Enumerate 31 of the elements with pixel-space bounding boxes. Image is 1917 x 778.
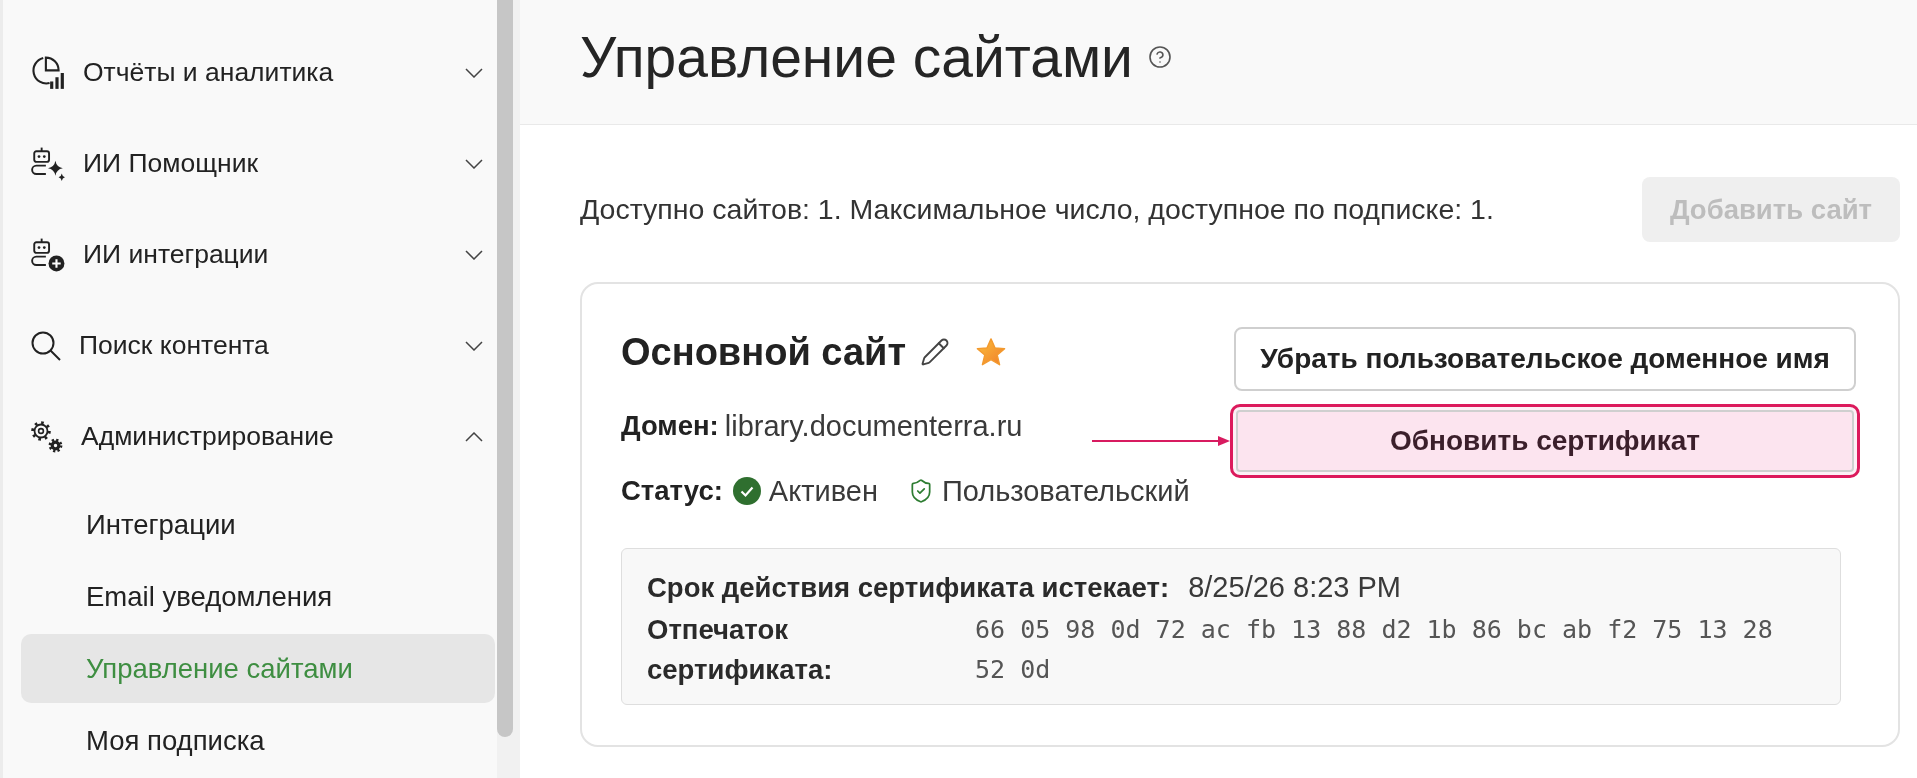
fingerprint-label: Отпечаток сертификата: xyxy=(647,613,834,687)
status-label: Статус: xyxy=(621,475,723,507)
nav-item[interactable]: Администрирование xyxy=(3,391,497,482)
scrollbar-thumb[interactable] xyxy=(497,0,513,737)
sites-summary: Доступно сайтов: 1. Максимальное число, доступное по подписке: 1. xyxy=(580,193,1494,226)
nav-item[interactable]: ИИ Помощник xyxy=(3,118,497,209)
renew-certificate-button[interactable]: Обновить сертификат xyxy=(1230,404,1860,478)
nav-subitem[interactable]: Email уведомления xyxy=(21,562,495,631)
remove-domain-button[interactable]: Убрать пользовательское доменное имя xyxy=(1234,327,1856,391)
status-value: Активен xyxy=(768,474,878,508)
fingerprint-value: 66 05 98 0d 72 ac fb 13 88 d2 1b 86 bc ab f2 75 13 28 52 0d xyxy=(975,614,1774,686)
domain-label: Домен: xyxy=(621,410,719,442)
nav-item[interactable]: ИИ интеграции xyxy=(3,209,497,300)
nav-subitem[interactable]: Интеграции xyxy=(21,490,495,559)
gears-icon xyxy=(30,419,64,454)
expiry-value: 8/25/26 8:23 PM xyxy=(1188,571,1401,604)
site-title: Основной сайт xyxy=(621,330,906,374)
robot-sparkle-icon xyxy=(30,146,66,181)
search-icon xyxy=(30,329,62,362)
pie-chart-icon xyxy=(30,55,66,90)
domain-value: library.documenterra.ru xyxy=(724,409,1023,443)
expiry-label: Срок действия сертификата истекает: xyxy=(647,571,1170,604)
nav-subitem[interactable]: Моя подписка xyxy=(21,706,495,775)
robot-plus-icon xyxy=(30,237,66,272)
nav-item[interactable]: Поиск контента xyxy=(3,300,497,391)
page-title: Управление сайтами xyxy=(580,24,1133,90)
certificate-type: Пользовательский xyxy=(941,474,1190,508)
star-icon[interactable] xyxy=(976,337,1006,367)
pencil-icon[interactable] xyxy=(920,337,950,367)
help-icon[interactable] xyxy=(1147,45,1172,69)
nav-item[interactable]: Отчёты и аналитика xyxy=(3,27,497,118)
